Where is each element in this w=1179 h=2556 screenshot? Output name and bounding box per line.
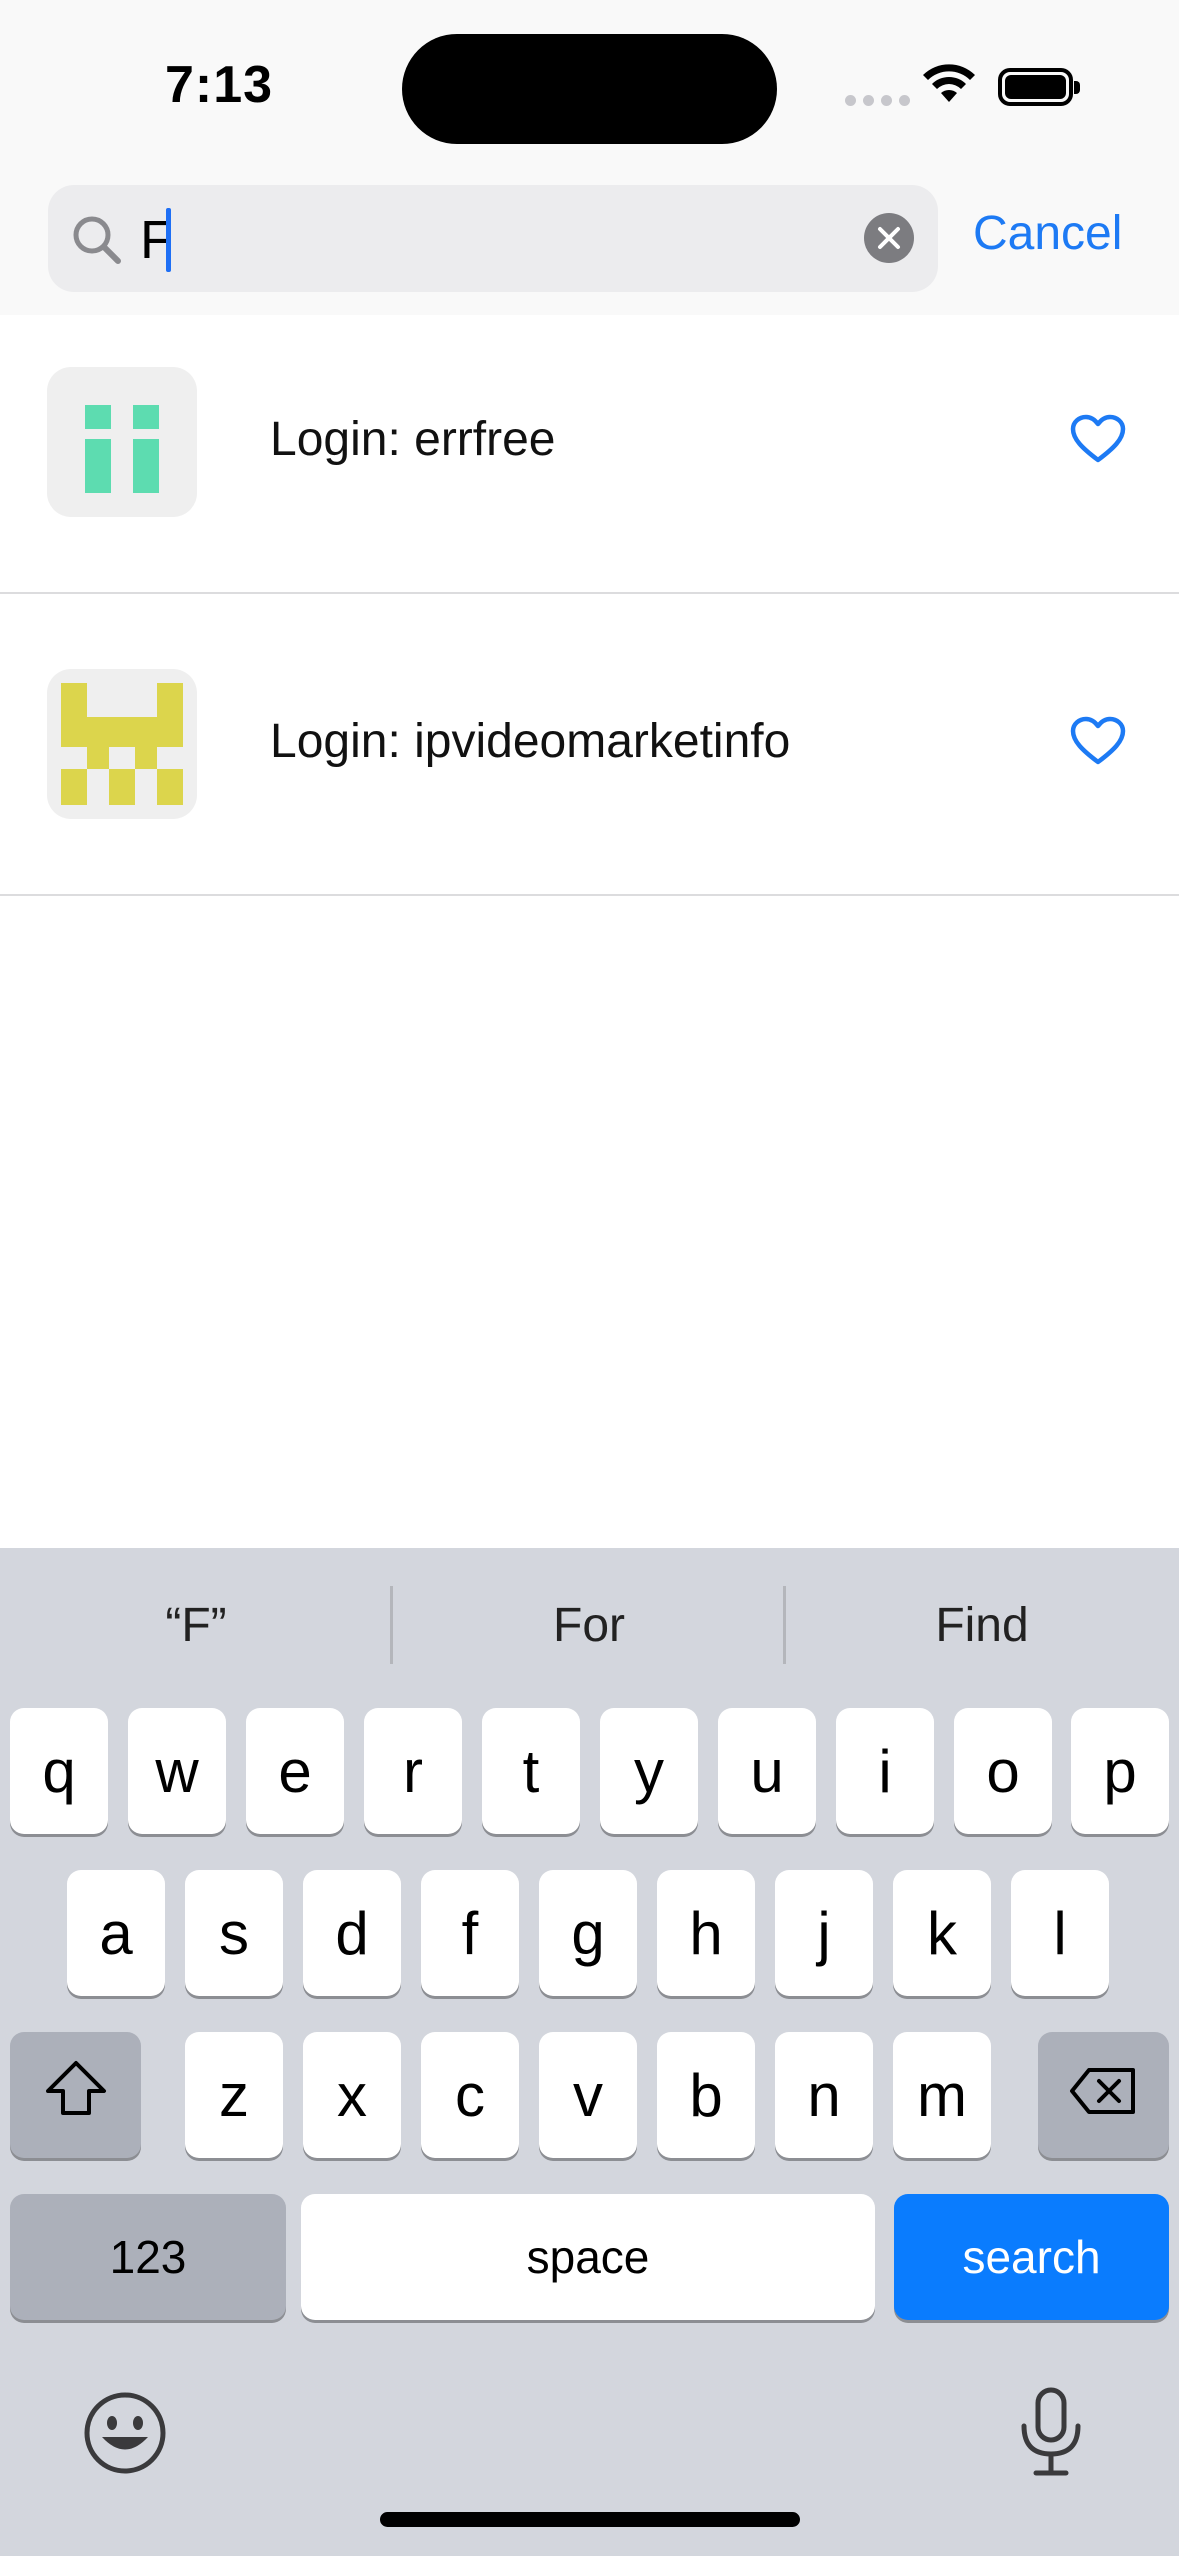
key-h[interactable]: h	[657, 1870, 755, 1996]
battery-icon	[998, 68, 1080, 106]
key-t[interactable]: t	[482, 1708, 580, 1834]
key-y[interactable]: y	[600, 1708, 698, 1834]
heart-icon[interactable]	[1070, 414, 1126, 469]
heart-icon[interactable]	[1070, 716, 1126, 771]
key-r[interactable]: r	[364, 1708, 462, 1834]
key-l[interactable]: l	[1011, 1870, 1109, 1996]
shift-icon	[44, 2059, 108, 2131]
login-title: Login: errfree	[270, 413, 556, 466]
key-w[interactable]: w	[128, 1708, 226, 1834]
avatar	[47, 669, 197, 819]
key-z[interactable]: z	[185, 2032, 283, 2158]
text-cursor	[166, 208, 171, 272]
key-x[interactable]: x	[303, 2032, 401, 2158]
search-field[interactable]: F	[48, 185, 938, 292]
key-b[interactable]: b	[657, 2032, 755, 2158]
list-item[interactable]: Login: errfree	[0, 292, 1179, 594]
key-j[interactable]: j	[775, 1870, 873, 1996]
space-key[interactable]: space	[301, 2194, 875, 2320]
suggestion-item[interactable]: For	[393, 1598, 785, 1653]
key-n[interactable]: n	[775, 2032, 873, 2158]
key-c[interactable]: c	[421, 2032, 519, 2158]
wifi-icon	[920, 62, 978, 111]
home-indicator[interactable]	[380, 2512, 800, 2527]
status-bar: 7:13	[0, 0, 1179, 170]
backspace-icon	[1069, 2061, 1139, 2130]
key-o[interactable]: o	[954, 1708, 1052, 1834]
key-m[interactable]: m	[893, 2032, 991, 2158]
key-u[interactable]: u	[718, 1708, 816, 1834]
dynamic-island	[402, 34, 777, 144]
suggestion-bar: “F” For Find	[0, 1548, 1179, 1703]
search-key[interactable]: search	[894, 2194, 1169, 2320]
microphone-icon[interactable]	[1018, 2386, 1084, 2483]
cancel-button[interactable]: Cancel	[973, 206, 1122, 261]
key-k[interactable]: k	[893, 1870, 991, 1996]
key-q[interactable]: q	[10, 1708, 108, 1834]
suggestion-item[interactable]: Find	[786, 1598, 1178, 1653]
emoji-icon[interactable]	[82, 2390, 168, 2481]
key-a[interactable]: a	[67, 1870, 165, 1996]
numbers-key[interactable]: 123	[10, 2194, 286, 2320]
keyboard: “F” For Find q w e r t y u i o p a s d f…	[0, 1548, 1179, 2556]
shift-key[interactable]	[10, 2032, 141, 2158]
login-title: Login: ipvideomarketinfo	[270, 715, 791, 768]
key-i[interactable]: i	[836, 1708, 934, 1834]
key-p[interactable]: p	[1071, 1708, 1169, 1834]
key-e[interactable]: e	[246, 1708, 344, 1834]
status-time: 7:13	[165, 56, 274, 114]
key-f[interactable]: f	[421, 1870, 519, 1996]
key-s[interactable]: s	[185, 1870, 283, 1996]
key-d[interactable]: d	[303, 1870, 401, 1996]
key-v[interactable]: v	[539, 2032, 637, 2158]
delete-key[interactable]	[1038, 2032, 1169, 2158]
avatar	[47, 367, 197, 517]
list-item[interactable]: Login: ipvideomarketinfo	[0, 594, 1179, 896]
key-g[interactable]: g	[539, 1870, 637, 1996]
cellular-signal-icon	[845, 95, 910, 106]
search-icon	[70, 213, 124, 272]
suggestion-item[interactable]: “F”	[0, 1598, 392, 1653]
clear-text-icon[interactable]	[864, 213, 914, 263]
